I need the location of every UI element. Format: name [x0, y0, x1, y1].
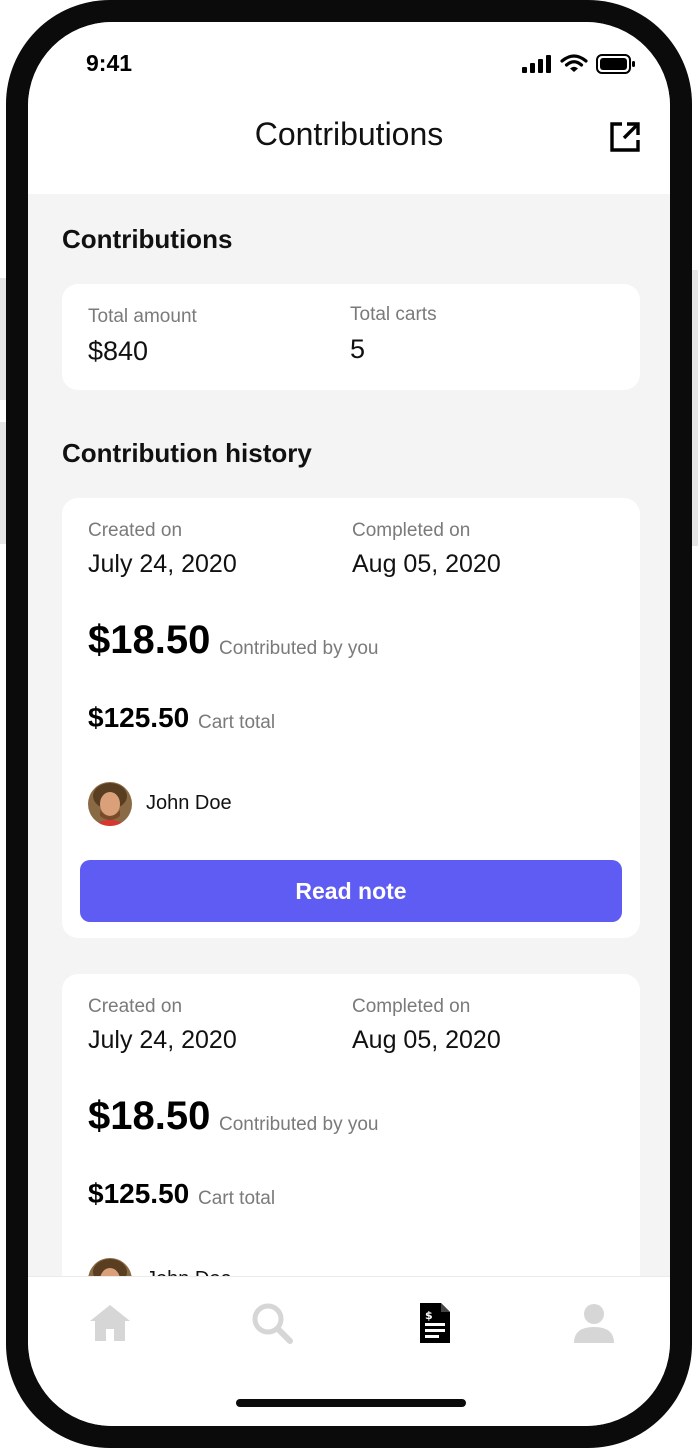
created-on-value: July 24, 2020 — [88, 1026, 237, 1054]
status-icons — [522, 54, 636, 74]
total-amount-label: Total amount — [88, 306, 197, 327]
top-navigation-bar: Contributions — [28, 102, 670, 194]
external-link-icon[interactable] — [608, 120, 642, 154]
home-indicator — [236, 1399, 466, 1407]
contributed-amount: $18.50 — [88, 1094, 211, 1138]
cart-total-amount: $125.50 — [88, 1178, 190, 1209]
avatar — [88, 782, 132, 826]
completed-on-label: Completed on — [352, 996, 471, 1017]
side-button-right — [692, 270, 698, 546]
created-on-label: Created on — [88, 520, 183, 541]
contributed-label: Contributed by you — [219, 638, 379, 659]
summary-card: Total amount $840 Total carts 5 — [62, 284, 640, 390]
completed-on-value: Aug 05, 2020 — [352, 550, 501, 578]
profile-icon[interactable] — [570, 1299, 618, 1347]
battery-icon — [596, 54, 635, 74]
created-on-label: Created on — [88, 996, 183, 1017]
history-heading: Contribution history — [62, 438, 312, 468]
contributed-label: Contributed by you — [219, 1114, 379, 1135]
cart-total-amount: $125.50 — [88, 702, 190, 733]
total-carts-value: 5 — [350, 334, 366, 364]
total-amount-value: $840 — [88, 336, 149, 366]
completed-on-label: Completed on — [352, 520, 471, 541]
cart-total-label: Cart total — [198, 1188, 276, 1209]
svg-text:$: $ — [425, 1309, 433, 1322]
cellular-signal-icon — [522, 55, 551, 73]
bottom-tab-bar: $ — [28, 1276, 670, 1426]
page-title: Contributions — [254, 116, 444, 152]
read-note-button[interactable]: Read note — [80, 860, 622, 922]
screen: 9:41 Contributions Contributions Total a… — [28, 22, 670, 1426]
summary-heading: Contributions — [62, 224, 233, 254]
created-on-value: July 24, 2020 — [88, 550, 237, 578]
wifi-icon — [560, 54, 588, 72]
search-icon[interactable] — [248, 1299, 296, 1347]
contributed-amount: $18.50 — [88, 618, 211, 662]
home-icon[interactable] — [86, 1299, 134, 1347]
contribution-card: Created on July 24, 2020 Completed on Au… — [62, 498, 640, 938]
total-carts-label: Total carts — [350, 304, 437, 325]
status-bar: 9:41 — [28, 22, 670, 102]
cart-total-label: Cart total — [198, 712, 276, 733]
status-time: 9:41 — [86, 50, 133, 76]
receipt-icon[interactable]: $ — [410, 1299, 458, 1347]
contributor-name: John Doe — [146, 792, 232, 814]
phone-frame: 9:41 Contributions Contributions Total a… — [6, 0, 692, 1448]
completed-on-value: Aug 05, 2020 — [352, 1026, 501, 1054]
